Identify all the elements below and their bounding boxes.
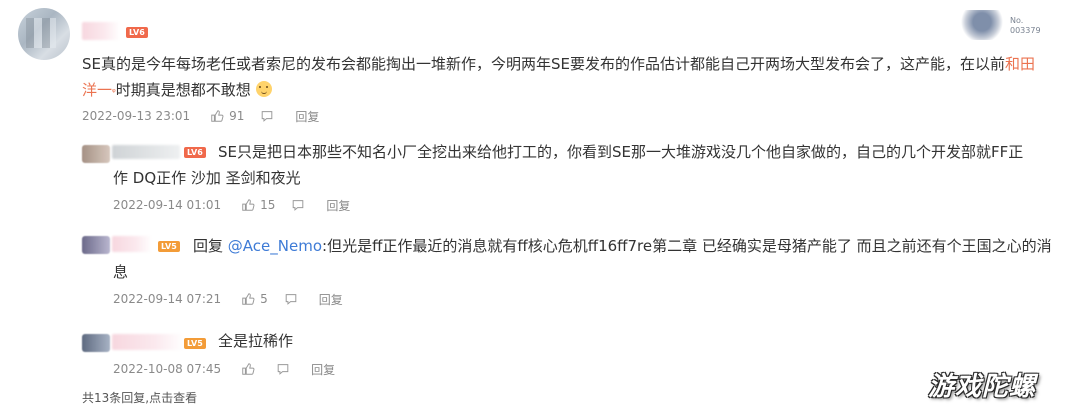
reply-button[interactable]: 回复 <box>311 361 335 378</box>
timestamp: 2022-09-14 01:01 <box>113 198 222 212</box>
thumbs-up-icon <box>211 110 224 122</box>
reply-text: SE只是把日本那些不知名小厂全挖出来给他打工的，你看到SE那一大堆游戏没几个他自… <box>218 143 1024 161</box>
like-count: 91 <box>229 109 245 123</box>
comment-icon <box>293 200 304 211</box>
username-blurred[interactable] <box>112 334 184 350</box>
thumbs-up-icon <box>242 293 255 305</box>
mention-link-cont[interactable]: 洋一 <box>82 81 112 99</box>
mention-link[interactable]: 和田 <box>1005 55 1035 73</box>
reply-text: 回复 @Ace_Nemo:但光是ff正作最近的消息就有ff核心危机ff16ff7… <box>193 237 1052 255</box>
comment-button[interactable] <box>276 362 295 376</box>
username-blurred[interactable] <box>112 145 180 159</box>
thumbs-up-icon <box>242 199 255 211</box>
view-more-link[interactable]: 点击查看 <box>149 391 197 405</box>
avatar[interactable] <box>18 8 70 60</box>
more-replies: 共13条回复,点击查看 <box>82 389 197 406</box>
reply-button[interactable]: 回复 <box>319 291 343 308</box>
reply-button[interactable]: 回复 <box>295 108 319 125</box>
comment-icon <box>277 364 289 375</box>
mention-link[interactable]: @Ace_Nemo <box>228 237 322 255</box>
like-button[interactable]: 91 <box>210 109 244 123</box>
like-button[interactable]: 15 <box>241 198 275 212</box>
level-badge: LV5 <box>158 241 180 252</box>
like-count: 5 <box>260 292 268 306</box>
watermark: 游戏陀螺 <box>928 372 1037 402</box>
reply-text-cont: 息 <box>113 263 129 281</box>
comment-button[interactable] <box>291 198 310 212</box>
level-badge: LV5 <box>184 338 206 349</box>
reply-count-text: 共13条回复, <box>82 391 150 405</box>
reply-text-cont: 作 DQ正作 沙加 圣剑和夜光 <box>113 169 301 187</box>
comment-icon <box>285 294 297 305</box>
reply-text: 全是拉稀作 <box>218 332 294 350</box>
reply-meta: 2022-09-14 07:21 5 回复 <box>113 290 359 308</box>
reply-meta: 2022-10-08 07:45 回复 <box>113 360 351 378</box>
avatar[interactable] <box>82 236 110 254</box>
username-blurred[interactable] <box>112 236 152 252</box>
avatar[interactable] <box>82 334 110 352</box>
timestamp: 2022-09-14 07:21 <box>113 292 222 306</box>
fan-badge-icon <box>958 10 1006 40</box>
username-blurred[interactable] <box>82 22 120 40</box>
comment-icon <box>262 111 273 122</box>
reply-meta: 2022-09-14 01:01 15 回复 <box>113 196 366 214</box>
emoji-icon <box>255 81 272 97</box>
level-badge: LV6 <box>126 27 148 38</box>
comment-button[interactable] <box>260 109 279 123</box>
like-count: 15 <box>260 198 276 212</box>
reply-button[interactable]: 回复 <box>326 197 350 214</box>
avatar[interactable] <box>82 145 110 163</box>
fan-badge-number: No. 003379 <box>1010 16 1041 35</box>
timestamp: 2022-10-08 07:45 <box>113 362 222 376</box>
like-button[interactable] <box>241 362 260 376</box>
thumbs-up-icon <box>242 363 255 375</box>
level-badge: LV6 <box>184 147 206 158</box>
comment-meta: 2022-09-13 23:01 91 回复 <box>82 107 335 125</box>
like-button[interactable]: 5 <box>241 292 268 306</box>
comment-button[interactable] <box>284 292 303 306</box>
comment-text: SE真的是今年每场老任或者索尼的发布会都能掏出一堆新作，今明两年SE要发布的作品… <box>82 55 1036 99</box>
timestamp: 2022-09-13 23:01 <box>82 109 191 123</box>
